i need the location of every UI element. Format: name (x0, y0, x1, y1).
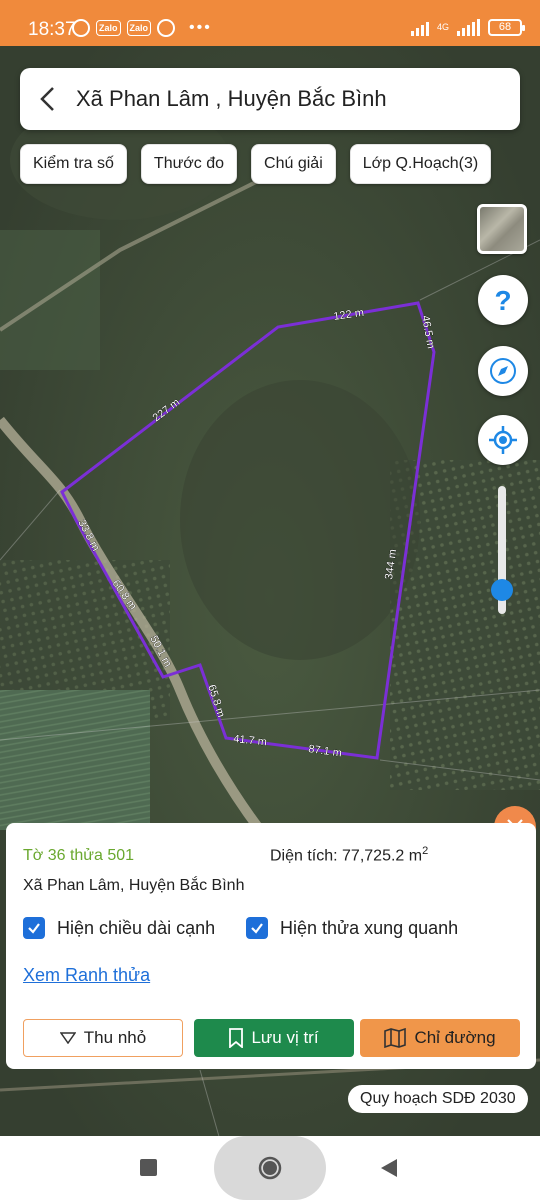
alarm-icon (72, 19, 90, 37)
view-boundary-link[interactable]: Xem Ranh thửa (23, 965, 150, 986)
check-icon (28, 923, 40, 934)
crosshair-icon (489, 426, 517, 454)
help-button[interactable]: ? (478, 275, 528, 325)
parcel-area: Diện tích: 77,725.2 m2 (270, 845, 429, 865)
location-title[interactable]: Xã Phan Lâm , Huyện Bắc Bình (76, 86, 387, 112)
status-right: 4G 68 (410, 18, 525, 36)
show-neighbors-option[interactable]: Hiện thửa xung quanh (246, 917, 458, 939)
battery-level: 68 (498, 20, 512, 33)
check-number-chip[interactable]: Kiểm tra số (20, 144, 127, 184)
check-icon (251, 923, 263, 934)
search-bar: Xã Phan Lâm , Huyện Bắc Bình (20, 68, 520, 130)
back-button[interactable] (20, 68, 76, 130)
chevron-left-icon (40, 87, 54, 111)
signal-icon (410, 18, 429, 36)
map-icon (384, 1028, 407, 1048)
status-time: 18:37 (28, 19, 76, 40)
network-type: 4G (436, 22, 449, 32)
system-nav-bar (0, 1136, 540, 1200)
zalo-icon-2: Zalo (126, 20, 152, 36)
parcel-id: Tờ 36 thửa 501 (23, 847, 135, 864)
show-edge-lengths-option[interactable]: Hiện chiều dài cạnh (23, 917, 215, 939)
parcel-info-sheet: Tờ 36 thửa 501 Diện tích: 77,725.2 m2 Xã… (6, 823, 536, 1069)
home-button[interactable] (214, 1136, 326, 1200)
edge-lengths-checkbox[interactable] (23, 917, 45, 939)
bookmark-icon (229, 1028, 244, 1048)
triangle-down-icon (59, 1032, 76, 1044)
back-triangle-icon (381, 1159, 397, 1177)
base-layer-toggle[interactable] (477, 204, 527, 254)
svg-text:?: ? (494, 285, 511, 315)
messenger-icon (157, 19, 176, 37)
question-icon: ? (494, 285, 511, 315)
compass-icon (490, 358, 516, 384)
signal-icon-2 (457, 18, 480, 36)
edge-lengths-label: Hiện chiều dài cạnh (57, 917, 216, 938)
battery-icon: 68 (488, 18, 525, 36)
notification-icons: Zalo Zalo ••• (72, 19, 212, 37)
map-tool-chips: Kiểm tra số Thước đo Chú giải Lớp Q.Hoạc… (20, 144, 492, 184)
legend-chip[interactable]: Chú giải (251, 144, 336, 184)
planning-layer-badge[interactable]: Quy hoạch SDĐ 2030 (348, 1085, 528, 1113)
zalo-icon: Zalo (96, 20, 121, 36)
home-circle-icon (258, 1156, 282, 1180)
minimize-button[interactable]: Thu nhỏ (23, 1019, 183, 1057)
neighbors-label: Hiện thửa xung quanh (280, 917, 459, 938)
parcel-address: Xã Phan Lâm, Huyện Bắc Bình (23, 877, 245, 894)
opacity-slider-handle[interactable] (491, 578, 513, 601)
save-location-button[interactable]: Lưu vị trí (194, 1019, 354, 1057)
ruler-chip[interactable]: Thước đo (140, 144, 238, 184)
neighbors-checkbox[interactable] (246, 917, 268, 939)
back-nav-button[interactable] (380, 1158, 398, 1183)
recent-apps-button[interactable] (140, 1159, 157, 1176)
more-notifications-icon: ••• (189, 19, 212, 36)
my-location-button[interactable] (478, 415, 528, 465)
planning-layer-chip[interactable]: Lớp Q.Hoạch(3) (349, 144, 492, 184)
compass-button[interactable] (478, 346, 528, 396)
directions-button[interactable]: Chỉ đường (360, 1019, 520, 1057)
